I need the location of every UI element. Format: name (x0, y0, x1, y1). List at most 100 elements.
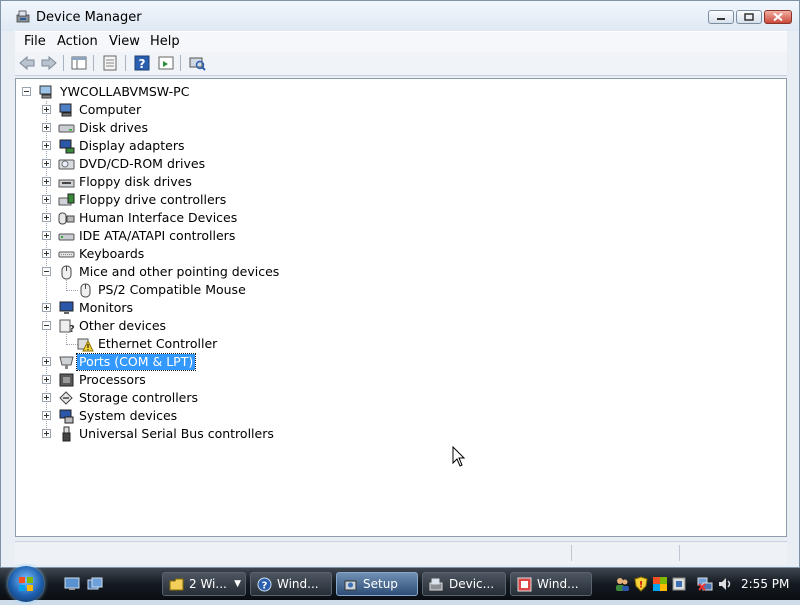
processor-icon (59, 373, 74, 387)
menu-view[interactable]: View (105, 34, 144, 50)
expand-toggle[interactable] (42, 411, 51, 420)
expand-toggle[interactable] (42, 231, 51, 240)
taskbar-button-setup[interactable]: Setup (336, 572, 418, 596)
start-button[interactable] (8, 566, 44, 602)
users-icon[interactable] (614, 576, 630, 592)
tree-item-disk-drives[interactable]: Disk drives (42, 119, 442, 137)
collapse-toggle[interactable] (22, 87, 31, 96)
window-title: Device Manager (36, 10, 142, 25)
tree-item-label: Storage controllers (79, 390, 199, 405)
svg-text:?: ? (262, 581, 268, 592)
tree-item-label: Disk drives (79, 120, 148, 135)
usb-icon (62, 426, 71, 442)
tree-item-usb-controllers[interactable]: Universal Serial Bus controllers (42, 425, 442, 443)
tree-item-other-devices[interactable]: ? Other devices (42, 317, 442, 335)
tree-item-keyboards[interactable]: Keyboards (42, 245, 442, 263)
properties-button[interactable] (100, 54, 120, 72)
port-icon (59, 356, 74, 369)
clock[interactable]: 2:55 PM (741, 577, 789, 591)
close-button[interactable] (764, 10, 792, 24)
collapse-toggle[interactable] (42, 321, 51, 330)
folder-icon (169, 578, 184, 591)
tree-item-monitors[interactable]: Monitors (42, 299, 442, 317)
close-icon (773, 12, 783, 22)
network-disconnected-icon[interactable] (697, 576, 713, 592)
taskbar-button-device-manager[interactable]: Devic... (422, 572, 506, 596)
tree-item-display-adapters[interactable]: Display adapters (42, 137, 442, 155)
update-driver-button[interactable] (156, 54, 176, 72)
tree-item-label: Processors (79, 372, 146, 387)
setup-icon (344, 580, 357, 591)
tree-item-label: DVD/CD-ROM drives (79, 156, 206, 171)
computer-icon (39, 85, 52, 99)
expand-toggle[interactable] (42, 393, 51, 402)
forward-button[interactable] (39, 54, 59, 72)
tree-item-computer[interactable]: Computer (42, 101, 442, 119)
taskbar-button-label: Wind... (537, 577, 579, 591)
expand-toggle[interactable] (42, 159, 51, 168)
expand-toggle[interactable] (42, 213, 51, 222)
expand-toggle[interactable] (42, 429, 51, 438)
expand-toggle[interactable] (42, 249, 51, 258)
menu-action[interactable]: Action (53, 34, 102, 50)
expand-toggle[interactable] (42, 141, 51, 150)
taskbar-button-label: 2 Wi... (189, 577, 227, 591)
tree-item-ports[interactable]: Ports (COM & LPT) (42, 353, 442, 371)
dropdown-arrow-icon: ▼ (234, 579, 241, 589)
warning-device-icon (77, 338, 94, 352)
tree-item-storage-controllers[interactable]: Storage controllers (42, 389, 442, 407)
expand-toggle[interactable] (42, 195, 51, 204)
toolbar-separator (180, 55, 181, 71)
tree-item-ide-controllers[interactable]: IDE ATA/ATAPI controllers (42, 227, 442, 245)
tree-item-floppy-drive-controllers[interactable]: Floppy drive controllers (42, 191, 442, 209)
tree-item-ethernet-controller[interactable]: Ethernet Controller (61, 335, 461, 353)
show-desktop-icon[interactable] (64, 577, 80, 591)
menu-file[interactable]: File (20, 34, 50, 50)
tree-item-label: Universal Serial Bus controllers (79, 426, 274, 441)
tree-item-mice[interactable]: Mice and other pointing devices (42, 263, 442, 281)
security-shield-icon[interactable]: ! (633, 576, 649, 592)
expand-toggle[interactable] (42, 177, 51, 186)
tree-item-processors[interactable]: Processors (42, 371, 442, 389)
tree-item-dvd-drives[interactable]: DVD/CD-ROM drives (42, 155, 442, 173)
floppy-drive-icon (58, 179, 75, 188)
disk-drive-icon (58, 124, 75, 133)
forward-icon (41, 55, 57, 71)
tree-item-ps2-mouse[interactable]: PS/2 Compatible Mouse (61, 281, 461, 299)
show-hide-tree-button[interactable] (69, 54, 89, 72)
taskbar-button-windows-app[interactable]: Wind... (510, 572, 592, 596)
status-divider (679, 545, 681, 561)
tree-item-floppy-disk-drives[interactable]: Floppy disk drives (42, 173, 442, 191)
expand-toggle[interactable] (42, 123, 51, 132)
title-bar[interactable]: Device Manager (1, 1, 799, 31)
collapse-toggle[interactable] (42, 267, 51, 276)
device-manager-icon (16, 10, 30, 23)
expand-toggle[interactable] (42, 375, 51, 384)
expand-toggle[interactable] (42, 357, 51, 366)
expand-toggle[interactable] (42, 303, 51, 312)
taskbar-button-windows-help[interactable]: ? Wind... (250, 572, 332, 596)
properties-icon (103, 55, 117, 71)
device-tree[interactable]: YWCOLLABVMSW-PC Computer Disk drives Dis… (15, 78, 787, 537)
tree-item-human-interface-devices[interactable]: Human Interface Devices (42, 209, 442, 227)
help-button[interactable]: ? (132, 54, 152, 72)
expand-toggle[interactable] (42, 105, 51, 114)
menu-help[interactable]: Help (146, 34, 184, 50)
switch-windows-icon[interactable] (87, 577, 103, 591)
tree-root[interactable]: YWCOLLABVMSW-PC (22, 83, 322, 101)
scan-hardware-button[interactable] (187, 54, 207, 72)
update-driver-icon (158, 56, 174, 70)
device-manager-icon (429, 578, 443, 591)
taskbar-button-label: Devic... (449, 577, 495, 591)
back-button[interactable] (17, 54, 37, 72)
maximize-button[interactable] (736, 10, 762, 24)
keyboard-icon (58, 251, 75, 258)
volume-icon[interactable] (717, 576, 733, 592)
windows-update-icon[interactable] (652, 576, 668, 592)
device-manager-window: Device Manager File Action View Help ? Y… (0, 0, 800, 568)
maximize-icon (744, 13, 754, 21)
taskbar-button-windows-explorer[interactable]: 2 Wi... ▼ (162, 572, 246, 596)
tree-item-system-devices[interactable]: System devices (42, 407, 442, 425)
minimize-button[interactable] (708, 10, 734, 24)
app-tray-icon[interactable] (671, 576, 687, 592)
